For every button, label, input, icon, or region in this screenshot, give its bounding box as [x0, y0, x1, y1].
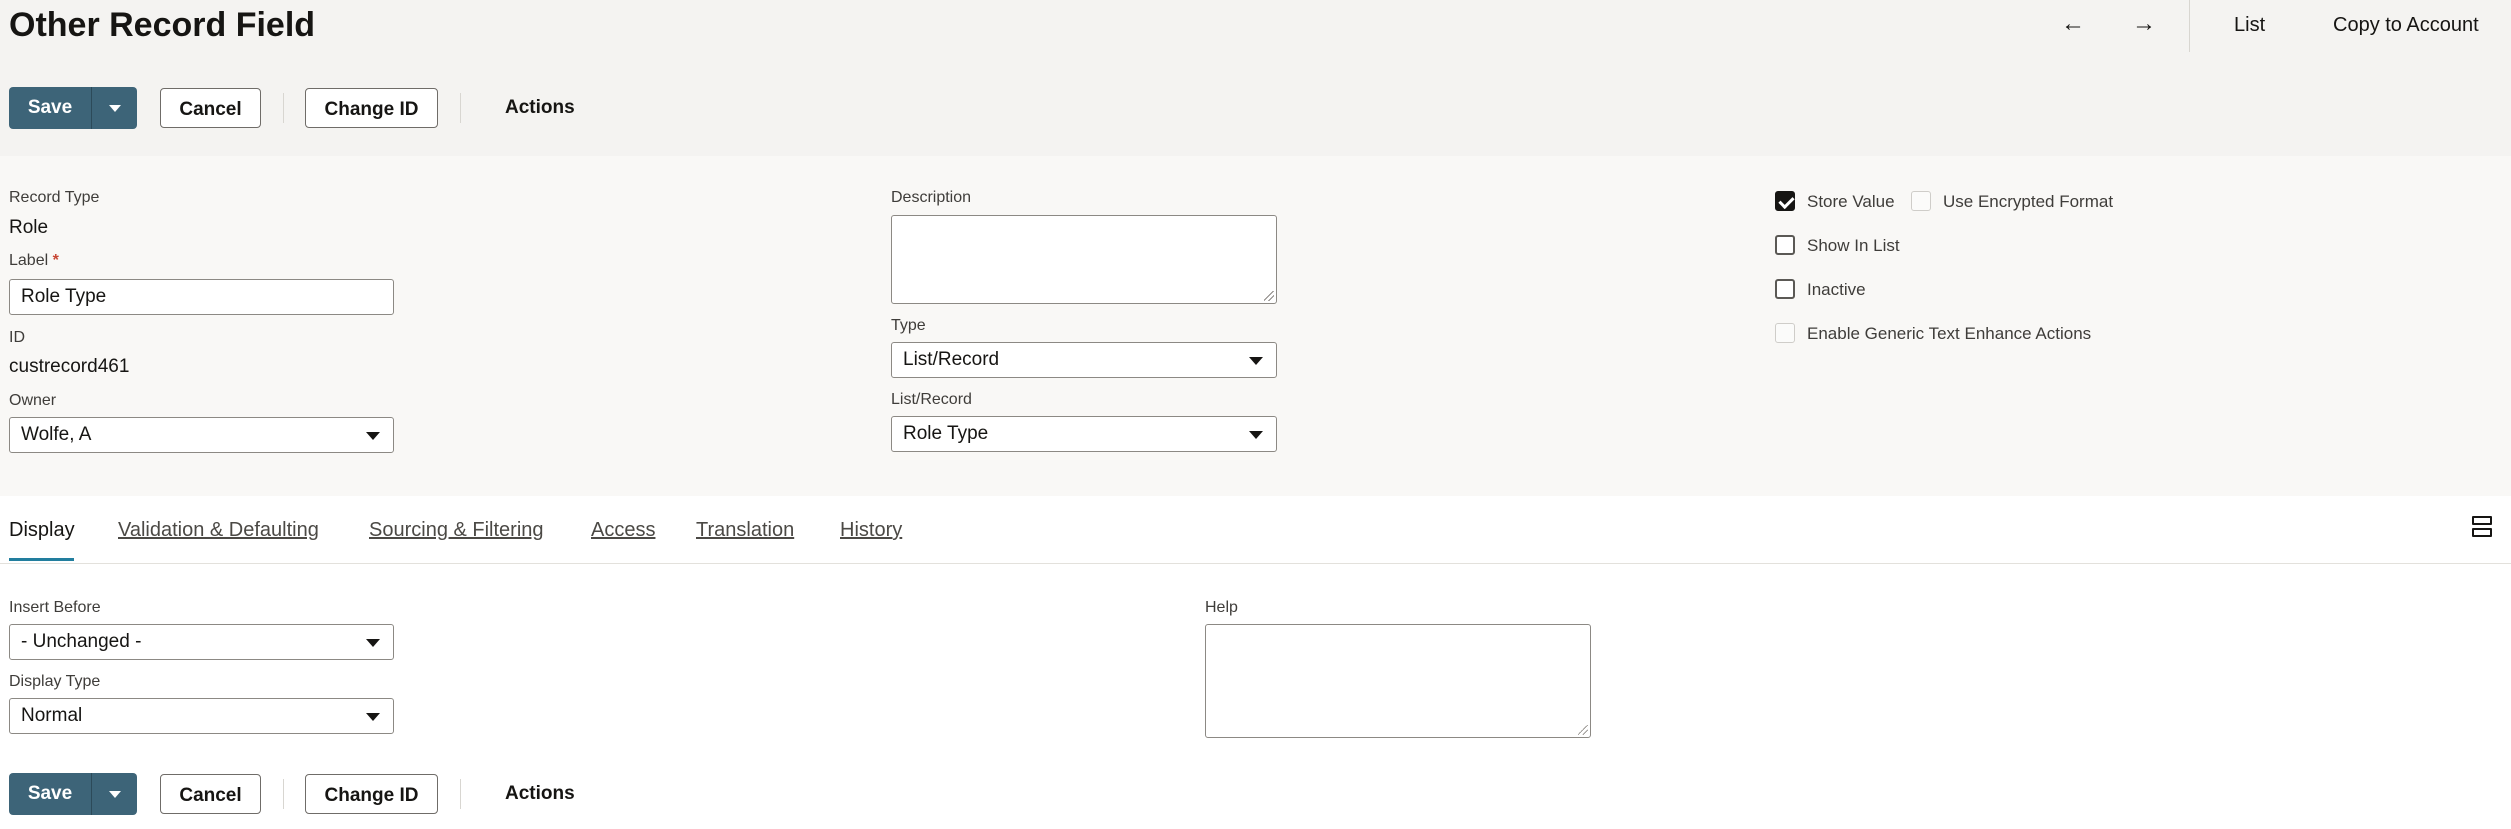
chevron-down-icon — [1249, 431, 1263, 439]
list-record-select-value: Role Type — [903, 423, 989, 444]
insert-before-label: Insert Before — [9, 599, 101, 616]
owner-select-value: Wolfe, A — [21, 424, 92, 445]
change-id-button[interactable]: Change ID — [305, 88, 438, 128]
list-record-label: List/Record — [891, 391, 972, 408]
save-button[interactable]: Save — [9, 87, 91, 129]
nav-divider — [2189, 0, 2190, 52]
toolbar-divider — [460, 93, 461, 123]
display-type-label: Display Type — [9, 673, 101, 690]
tab-validation-defaulting[interactable]: Validation & Defaulting — [118, 519, 319, 542]
owner-select[interactable]: Wolfe, A — [9, 417, 394, 453]
actions-menu[interactable]: Actions — [505, 773, 575, 815]
description-label: Description — [891, 189, 972, 206]
description-textarea[interactable] — [891, 215, 1277, 304]
store-value-label: Store Value — [1807, 192, 1895, 211]
record-type-value: Role — [9, 217, 49, 238]
tab-translation[interactable]: Translation — [696, 519, 794, 542]
change-id-button[interactable]: Change ID — [305, 774, 438, 814]
enable-generic-text-enhance-actions-label: Enable Generic Text Enhance Actions — [1807, 324, 2092, 343]
active-tab-indicator — [9, 558, 74, 561]
insert-before-select[interactable]: - Unchanged - — [9, 624, 394, 660]
id-value: custrecord461 — [9, 356, 130, 377]
cancel-button[interactable]: Cancel — [160, 88, 261, 128]
chevron-down-icon — [108, 790, 121, 798]
tab-divider — [0, 563, 2511, 564]
list-record-select[interactable]: Role Type — [891, 416, 1277, 452]
top-toolbar: Save — [9, 87, 137, 129]
arrow-left-icon[interactable]: ← — [2061, 10, 2085, 38]
help-textarea[interactable] — [1205, 624, 1591, 738]
type-select[interactable]: List/Record — [891, 342, 1277, 378]
tab-display[interactable]: Display — [9, 519, 75, 542]
toolbar-divider — [460, 779, 461, 809]
show-in-list-label: Show In List — [1807, 236, 1900, 255]
required-marker: * — [52, 252, 59, 269]
layout-toggle-icon[interactable] — [2472, 516, 2492, 540]
toolbar-divider — [283, 93, 284, 123]
type-label: Type — [891, 317, 926, 334]
resize-handle-icon[interactable] — [1578, 725, 1588, 735]
copy-to-account-link[interactable]: Copy to Account — [2333, 14, 2479, 37]
chevron-down-icon — [366, 432, 380, 440]
display-type-select-value: Normal — [21, 705, 83, 726]
type-select-value: List/Record — [903, 349, 1000, 370]
tab-access[interactable]: Access — [591, 519, 655, 542]
arrow-right-icon[interactable]: → — [2132, 10, 2156, 38]
use-encrypted-format-label: Use Encrypted Format — [1943, 192, 2114, 211]
chevron-down-icon — [366, 713, 380, 721]
label-input[interactable]: Role Type — [9, 279, 394, 315]
chevron-down-icon — [1249, 357, 1263, 365]
use-encrypted-format-checkbox[interactable] — [1911, 191, 1931, 211]
owner-label: Owner — [9, 392, 57, 409]
actions-menu[interactable]: Actions — [505, 87, 575, 129]
chevron-down-icon — [366, 639, 380, 647]
display-type-select[interactable]: Normal — [9, 698, 394, 734]
label-label-text: Label — [9, 252, 49, 269]
tab-sourcing-filtering[interactable]: Sourcing & Filtering — [369, 519, 544, 542]
record-type-label: Record Type — [9, 189, 100, 206]
inactive-checkbox[interactable] — [1775, 279, 1795, 299]
resize-handle-icon[interactable] — [1264, 291, 1274, 301]
save-options-button[interactable] — [91, 87, 137, 129]
page-title: Other Record Field — [9, 6, 316, 44]
enable-generic-text-enhance-actions-checkbox[interactable] — [1775, 323, 1795, 343]
save-options-button[interactable] — [91, 773, 137, 815]
list-link[interactable]: List — [2234, 14, 2265, 37]
id-label: ID — [9, 329, 25, 346]
inactive-label: Inactive — [1807, 280, 1866, 299]
store-value-checkbox[interactable] — [1775, 191, 1795, 211]
toolbar-divider — [283, 779, 284, 809]
show-in-list-checkbox[interactable] — [1775, 235, 1795, 255]
insert-before-select-value: - Unchanged - — [21, 631, 142, 652]
save-button[interactable]: Save — [9, 773, 91, 815]
chevron-down-icon — [108, 104, 121, 112]
help-label: Help — [1205, 599, 1238, 616]
label-field-label: Label * — [9, 252, 59, 270]
bottom-toolbar: Save — [9, 773, 137, 815]
cancel-button[interactable]: Cancel — [160, 774, 261, 814]
tab-history[interactable]: History — [840, 519, 902, 542]
